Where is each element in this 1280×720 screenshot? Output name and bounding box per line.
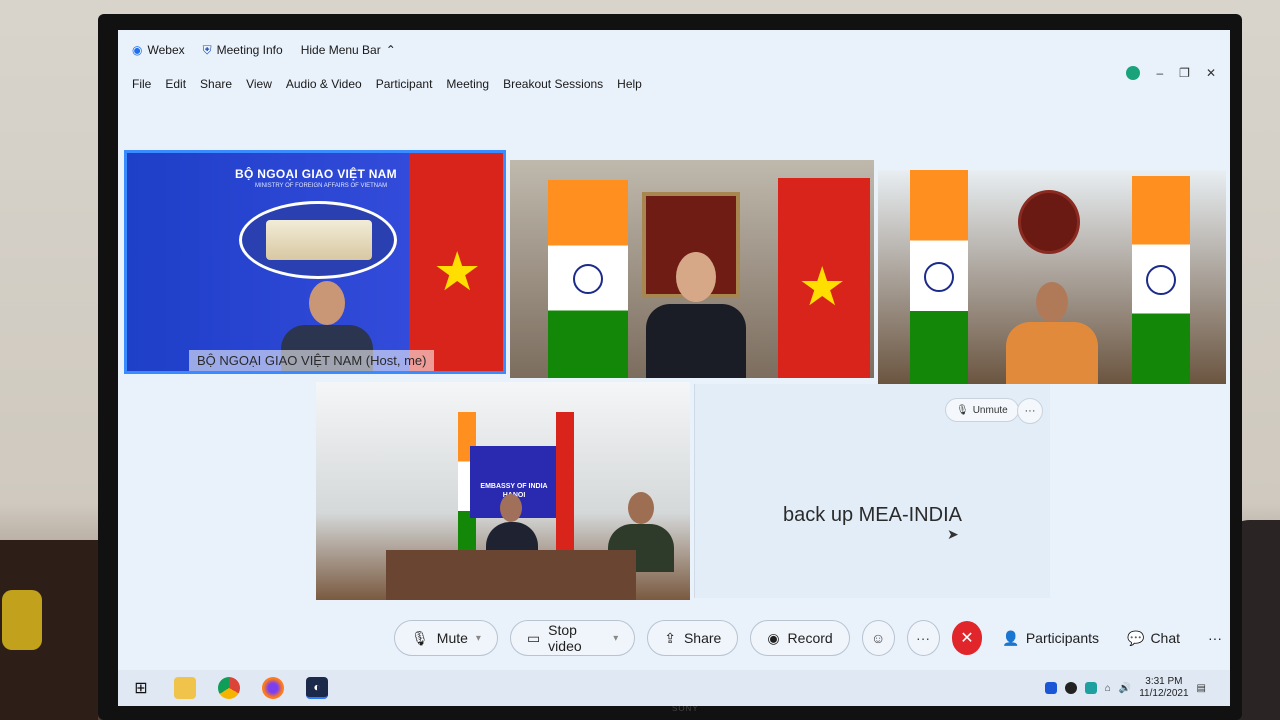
star-icon: ★ xyxy=(433,242,482,302)
meeting-info-button[interactable]: ⛨ Meeting Info xyxy=(203,43,283,58)
participants-label: Participants xyxy=(1025,630,1099,646)
file-explorer-icon[interactable] xyxy=(174,677,196,699)
window-controls: – ❐ ✕ xyxy=(1126,66,1216,80)
background-shelf xyxy=(0,540,98,720)
webex-logo-icon: ◉ xyxy=(132,43,143,57)
menu-audio-video[interactable]: Audio & Video xyxy=(286,77,362,91)
menu-view[interactable]: View xyxy=(246,77,272,91)
title-bar: ◉ Webex ⛨ Meeting Info Hide Menu Bar ⌃ xyxy=(118,30,1230,70)
india-flag xyxy=(1132,176,1190,384)
windows-taskbar: ⊞ ◐ ⌂ 🔊 3:31 PM 11/12/2021 ▤ xyxy=(118,670,1230,706)
star-icon: ★ xyxy=(798,257,847,317)
camera-icon: ▭ xyxy=(526,629,541,646)
menu-meeting[interactable]: Meeting xyxy=(446,77,489,91)
windows-start-icon[interactable]: ⊞ xyxy=(130,677,152,699)
shield-icon: ⛨ xyxy=(202,42,212,57)
menu-participant[interactable]: Participant xyxy=(376,77,433,91)
record-button[interactable]: ◉ Record xyxy=(750,620,850,656)
mute-label: Mute xyxy=(436,630,468,646)
notification-icon[interactable]: ▤ xyxy=(1197,683,1206,694)
participant-name: back up MEA-INDIA xyxy=(783,504,962,526)
share-button[interactable]: ⇪ Share xyxy=(647,620,739,656)
mute-button[interactable]: 🎙 Mute ▾ xyxy=(394,620,498,656)
india-emblem-icon xyxy=(1018,190,1080,254)
video-tile-ambassador[interactable]: ★ xyxy=(510,160,874,378)
unmute-label: Unmute xyxy=(972,404,1008,416)
vietnam-flag xyxy=(556,412,574,562)
share-label: Share xyxy=(683,630,722,646)
meeting-info-label: Meeting Info xyxy=(216,43,283,57)
tray-app-icon[interactable] xyxy=(1064,682,1077,694)
meeting-controls: 🎙 Mute ▾ ▭ Stop video ▾ ⇪ Share ◉ Record… xyxy=(394,620,1230,656)
close-icon: ✕ xyxy=(960,630,974,647)
more-options-button[interactable]: ··· xyxy=(906,620,940,656)
stop-video-label: Stop video xyxy=(548,622,582,654)
video-tile-backup[interactable]: 🎙 Unmute ··· back up MEA-INDIA ➤ 🎙 xyxy=(694,384,1050,598)
chat-bubble-icon: 💬 xyxy=(1127,629,1145,646)
taskbar-clock[interactable]: 3:31 PM 11/12/2021 xyxy=(1139,676,1188,700)
background-ornament xyxy=(2,590,42,650)
record-icon: ◉ xyxy=(767,629,780,646)
conference-table xyxy=(386,550,636,600)
microphone-icon: 🎙 xyxy=(411,629,429,646)
menu-bar: File Edit Share View Audio & Video Parti… xyxy=(118,70,1230,98)
india-flag xyxy=(548,180,628,378)
minimize-icon[interactable]: – xyxy=(1156,66,1163,80)
menu-breakout-sessions[interactable]: Breakout Sessions xyxy=(503,77,603,91)
ministry-emblem xyxy=(239,201,397,279)
vietnam-flag: ★ xyxy=(409,153,503,371)
participants-button[interactable]: 👤 Participants xyxy=(994,630,1107,647)
india-flag xyxy=(910,170,968,384)
person-icon: 👤 xyxy=(1002,629,1020,646)
menu-edit[interactable]: Edit xyxy=(165,77,186,91)
volume-icon[interactable]: 🔊 xyxy=(1119,683,1131,694)
stop-video-button[interactable]: ▭ Stop video ▾ xyxy=(509,620,636,656)
system-tray: ⌂ 🔊 3:31 PM 11/12/2021 ▤ xyxy=(1044,670,1206,706)
hide-menu-bar-button[interactable]: Hide Menu Bar ⌃ xyxy=(301,43,396,57)
record-label: Record xyxy=(787,630,833,646)
chevron-up-icon: ⌃ xyxy=(385,43,396,57)
webex-app-label: ◉ Webex xyxy=(132,43,185,57)
overflow-button[interactable]: ··· xyxy=(1200,630,1230,646)
chat-button[interactable]: 💬 Chat xyxy=(1119,630,1188,647)
menu-share[interactable]: Share xyxy=(200,77,232,91)
menu-file[interactable]: File xyxy=(132,77,151,91)
chevron-down-icon[interactable]: ▾ xyxy=(476,633,481,644)
firefox-icon[interactable] xyxy=(262,677,284,699)
ministry-building-image xyxy=(266,220,372,260)
unmute-button[interactable]: 🎙 Unmute xyxy=(945,398,1019,422)
tile-more-button[interactable]: ··· xyxy=(1017,398,1043,424)
chat-label: Chat xyxy=(1150,630,1181,646)
close-icon[interactable]: ✕ xyxy=(1206,66,1216,80)
tray-app-icon[interactable] xyxy=(1044,682,1057,694)
clock-date: 11/12/2021 xyxy=(1139,688,1189,699)
video-tile-host[interactable]: BỘ NGOẠI GIAO VIỆT NAM MINISTRY OF FOREI… xyxy=(124,150,506,374)
app-name: Webex xyxy=(147,43,185,57)
participant-name-label: BỘ NGOẠI GIAO VIỆT NAM (Host, me) xyxy=(189,350,435,371)
network-icon[interactable]: ⌂ xyxy=(1105,683,1111,694)
restore-icon[interactable]: ❐ xyxy=(1179,66,1190,80)
menu-help[interactable]: Help xyxy=(617,77,642,91)
clock-time: 3:31 PM xyxy=(1145,676,1183,687)
connection-status-icon[interactable] xyxy=(1126,66,1141,80)
org-title: BỘ NGOẠI GIAO VIỆT NAM xyxy=(235,167,397,181)
reactions-button[interactable]: ☺ xyxy=(861,620,895,656)
chevron-down-icon[interactable]: ▾ xyxy=(613,633,618,644)
mic-muted-icon: 🎙 xyxy=(956,404,969,416)
video-tile-mea[interactable] xyxy=(878,170,1226,384)
chrome-icon[interactable] xyxy=(218,677,240,699)
webex-window: ◉ Webex ⛨ Meeting Info Hide Menu Bar ⌃ F… xyxy=(118,30,1230,706)
share-icon: ⇪ xyxy=(664,629,676,646)
smiley-icon: ☺ xyxy=(870,630,886,646)
webex-taskbar-icon[interactable]: ◐ xyxy=(306,677,328,699)
video-tile-embassy[interactable]: EMBASSY OF INDIA HANOI xyxy=(316,382,690,600)
vietnam-flag: ★ xyxy=(778,178,870,378)
org-subtitle: MINISTRY OF FOREIGN AFFAIRS OF VIETNAM xyxy=(255,183,388,189)
hide-menu-label: Hide Menu Bar xyxy=(300,43,381,57)
leave-meeting-button[interactable]: ✕ xyxy=(951,621,983,655)
tray-app-icon[interactable] xyxy=(1084,682,1097,694)
mouse-cursor-icon: ➤ xyxy=(947,526,959,542)
